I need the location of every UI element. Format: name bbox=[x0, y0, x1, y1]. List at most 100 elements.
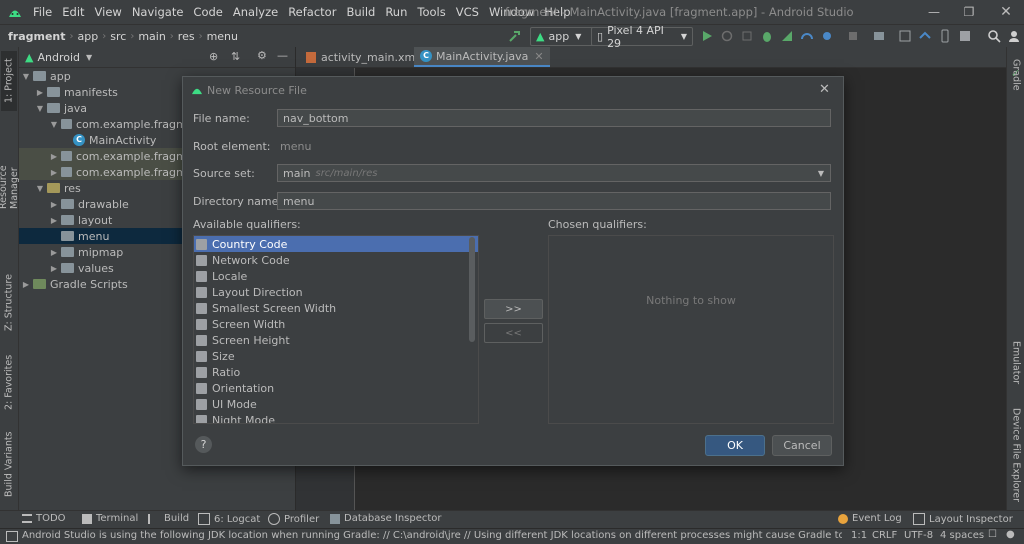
status-message[interactable]: Android Studio is using the following JD… bbox=[22, 530, 842, 541]
collapse-arrow-icon[interactable]: ▶ bbox=[21, 280, 31, 289]
breadcrumb-item[interactable]: main bbox=[136, 30, 167, 43]
qualifier-item[interactable]: UI Mode bbox=[194, 396, 478, 412]
menu-navigate[interactable]: Navigate bbox=[127, 5, 189, 19]
file-name-input[interactable]: nav_bottom bbox=[277, 109, 831, 127]
qualifier-item[interactable]: Screen Width bbox=[194, 316, 478, 332]
directory-name-input[interactable]: menu bbox=[277, 192, 831, 210]
tab-structure[interactable]: Z: Structure bbox=[1, 271, 17, 335]
tree-item[interactable]: ▼ res bbox=[19, 180, 199, 196]
attach-debugger-icon[interactable] bbox=[820, 29, 834, 43]
qualifier-item[interactable]: Ratio bbox=[194, 364, 478, 380]
qualifier-item[interactable]: Locale bbox=[194, 268, 478, 284]
file-encoding[interactable]: UTF-8 bbox=[904, 530, 933, 541]
menu-build[interactable]: Build bbox=[341, 5, 380, 19]
hammer-icon[interactable] bbox=[508, 29, 522, 43]
breadcrumb-item[interactable]: fragment bbox=[6, 30, 68, 43]
logcat-tool[interactable]: 6: Logcat bbox=[198, 513, 260, 525]
expand-arrow-icon[interactable]: ▼ bbox=[49, 120, 59, 129]
collapse-arrow-icon[interactable]: ▶ bbox=[49, 168, 59, 177]
sdk-manager-icon[interactable] bbox=[898, 29, 912, 43]
menu-view[interactable]: View bbox=[90, 5, 127, 19]
expand-arrow-icon[interactable]: ▼ bbox=[35, 184, 45, 193]
menu-file[interactable]: File bbox=[28, 5, 57, 19]
qualifier-item[interactable]: Layout Direction bbox=[194, 284, 478, 300]
apply-code-icon[interactable] bbox=[740, 29, 754, 43]
stop-icon[interactable] bbox=[846, 29, 860, 43]
hide-panel-icon[interactable]: — bbox=[277, 49, 288, 62]
menu-code[interactable]: Code bbox=[188, 5, 227, 19]
menu-run[interactable]: Run bbox=[380, 5, 412, 19]
menu-vcs[interactable]: VCS bbox=[451, 5, 484, 19]
breadcrumb-item[interactable]: res bbox=[176, 30, 197, 43]
menu-tools[interactable]: Tools bbox=[412, 5, 450, 19]
tree-item[interactable]: ▶ manifests bbox=[19, 84, 199, 100]
breadcrumb-item[interactable]: menu bbox=[205, 30, 240, 43]
line-separator[interactable]: CRLF bbox=[872, 530, 897, 541]
collapse-arrow-icon[interactable]: ▶ bbox=[49, 248, 59, 257]
user-icon[interactable] bbox=[1007, 29, 1021, 43]
menu-analyze[interactable]: Analyze bbox=[228, 5, 283, 19]
run-icon[interactable] bbox=[700, 29, 714, 43]
collapse-arrow-icon[interactable]: ▶ bbox=[49, 216, 59, 225]
add-qualifier-button[interactable]: >> bbox=[484, 299, 543, 319]
expand-arrow-icon[interactable]: ▼ bbox=[21, 72, 31, 81]
project-structure-icon[interactable] bbox=[872, 29, 886, 43]
event-log-tool[interactable]: Event Log bbox=[838, 513, 902, 524]
chevron-down-icon[interactable]: ▼ bbox=[86, 53, 92, 62]
qualifiers-scrollbar[interactable] bbox=[469, 237, 475, 342]
project-view-select[interactable]: Android bbox=[37, 51, 80, 64]
qualifier-item[interactable]: Smallest Screen Width bbox=[194, 300, 478, 316]
sync-gradle-icon[interactable] bbox=[918, 29, 932, 43]
collapse-arrow-icon[interactable]: ▶ bbox=[49, 152, 59, 161]
tree-item[interactable]: ▼ app bbox=[19, 68, 185, 84]
tab-project[interactable]: 1: Project bbox=[1, 51, 17, 111]
tab-build-variants[interactable]: Build Variants bbox=[1, 431, 17, 497]
gear-icon[interactable]: ⚙ bbox=[257, 49, 267, 62]
available-qualifiers-list[interactable]: Country Code Network Code Locale Layout Dir… bbox=[193, 235, 479, 424]
cancel-button[interactable]: Cancel bbox=[772, 435, 832, 456]
terminal-tool[interactable]: Terminal bbox=[82, 513, 138, 524]
breadcrumb-item[interactable]: app bbox=[76, 30, 101, 43]
close-tab-icon[interactable]: ✕ bbox=[534, 50, 543, 63]
profile-icon[interactable] bbox=[800, 29, 814, 43]
tab-gradle[interactable]: Gradle bbox=[1008, 51, 1024, 99]
tab-device-file-explorer[interactable]: Device File Explorer bbox=[1008, 403, 1024, 507]
tab-main-activity-java[interactable]: C MainActivity.java ✕ bbox=[414, 47, 550, 67]
collapse-arrow-icon[interactable]: ▶ bbox=[49, 200, 59, 209]
collapse-arrow-icon[interactable]: ▶ bbox=[35, 88, 45, 97]
close-window-icon[interactable]: ✕ bbox=[988, 0, 1024, 24]
build-tool[interactable]: Build bbox=[148, 513, 189, 524]
apply-changes-icon[interactable] bbox=[720, 29, 734, 43]
coverage-icon[interactable] bbox=[780, 29, 794, 43]
layout-inspector-tool[interactable]: Layout Inspector bbox=[913, 513, 1013, 525]
run-config-select[interactable]: ▲ app ▼ bbox=[530, 27, 594, 46]
tab-emulator[interactable]: Emulator bbox=[1008, 333, 1024, 393]
breadcrumb-item[interactable]: src bbox=[108, 30, 128, 43]
tab-favorites[interactable]: 2: Favorites bbox=[1, 351, 17, 413]
tree-item[interactable]: ▶ Gradle Scripts bbox=[19, 276, 185, 292]
profiler-tool[interactable]: Profiler bbox=[268, 513, 319, 525]
qualifier-item[interactable]: Size bbox=[194, 348, 478, 364]
ok-button[interactable]: OK bbox=[705, 435, 765, 456]
indent-setting[interactable]: 4 spaces bbox=[940, 530, 984, 541]
maximize-icon[interactable]: ❐ bbox=[951, 0, 987, 24]
layout-inspector-icon[interactable] bbox=[958, 29, 972, 43]
close-icon[interactable]: ✕ bbox=[819, 82, 830, 97]
qualifier-item[interactable]: Night Mode bbox=[194, 412, 478, 423]
qualifier-item[interactable]: Country Code bbox=[194, 236, 478, 252]
tab-resource-manager[interactable]: Resource Manager bbox=[0, 127, 20, 209]
qualifier-item[interactable]: Orientation bbox=[194, 380, 478, 396]
cursor-position[interactable]: 1:1 bbox=[851, 530, 867, 541]
todo-tool[interactable]: TODO bbox=[22, 513, 66, 524]
search-icon[interactable] bbox=[987, 29, 1001, 43]
expand-arrow-icon[interactable]: ▼ bbox=[35, 104, 45, 113]
memory-icon[interactable]: ● bbox=[1006, 529, 1015, 540]
debug-icon[interactable] bbox=[760, 29, 774, 43]
minimize-icon[interactable]: — bbox=[916, 0, 952, 24]
remove-qualifier-button[interactable]: << bbox=[484, 323, 543, 343]
menu-edit[interactable]: Edit bbox=[57, 5, 89, 19]
avd-manager-icon[interactable] bbox=[938, 29, 952, 43]
menu-refactor[interactable]: Refactor bbox=[283, 5, 341, 19]
lock-icon[interactable]: ☐ bbox=[988, 529, 997, 540]
qualifier-item[interactable]: Network Code bbox=[194, 252, 478, 268]
